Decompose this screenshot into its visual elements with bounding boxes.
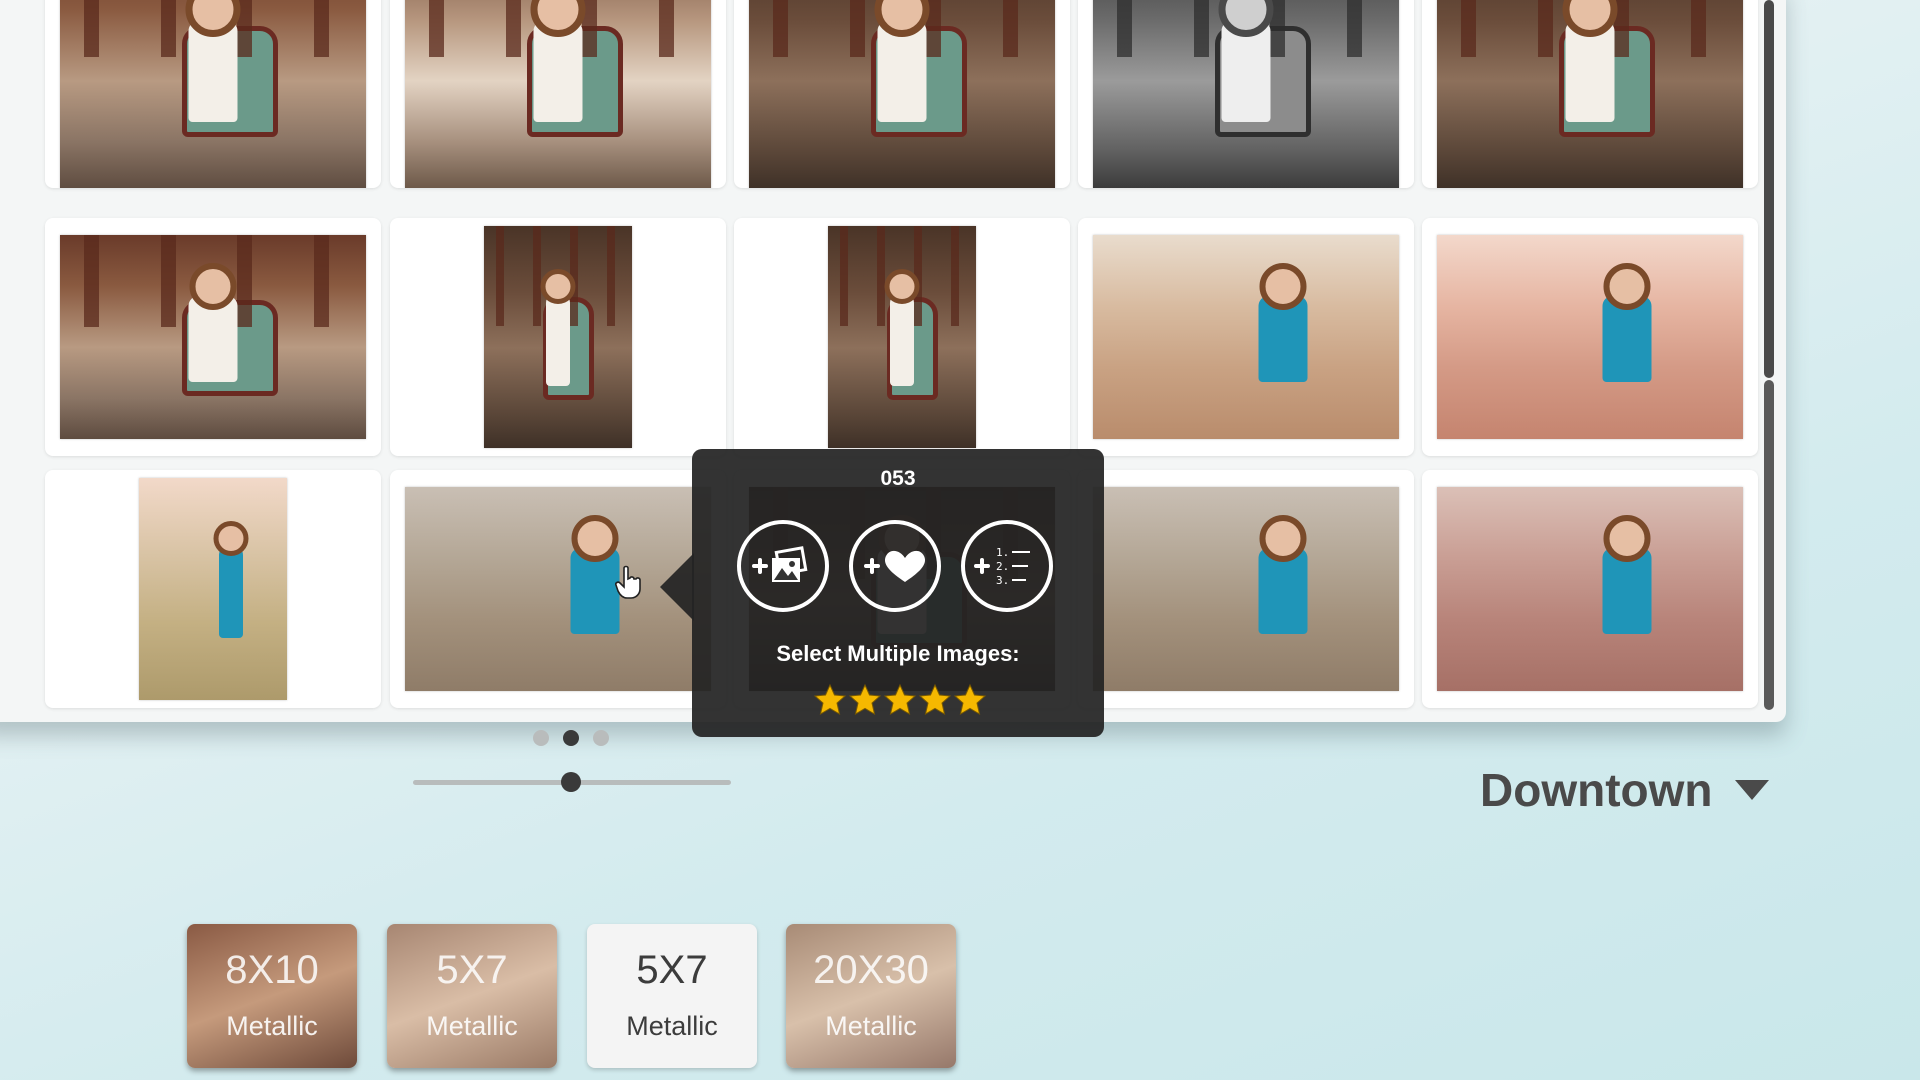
product-thumbnail xyxy=(187,924,357,1068)
photo-tile[interactable] xyxy=(45,470,381,708)
photo-thumbnail xyxy=(1093,487,1399,691)
image-action-popup: 053 1. 2. 3. Select Multiple Images: xyxy=(692,449,1104,737)
photo-thumbnail xyxy=(749,0,1055,188)
page-dot[interactable] xyxy=(563,730,579,746)
scrollbar-thumb[interactable] xyxy=(1764,0,1774,378)
star-icon[interactable] xyxy=(848,683,882,717)
photo-thumbnail xyxy=(828,226,976,448)
photo-thumbnail xyxy=(484,226,632,448)
product-finish: Metallic xyxy=(226,1011,318,1041)
photo-tile[interactable] xyxy=(1422,218,1758,456)
photo-tile[interactable] xyxy=(1078,0,1414,188)
zoom-slider-handle[interactable] xyxy=(561,772,581,792)
photo-tile[interactable] xyxy=(734,0,1070,188)
add-photos-icon xyxy=(752,546,808,582)
svg-text:3.: 3. xyxy=(996,574,1009,587)
page-dot[interactable] xyxy=(533,730,549,746)
scrollbar-track-lower[interactable] xyxy=(1764,380,1774,710)
product-size: 20X30 xyxy=(813,948,929,992)
product-thumbnail xyxy=(786,924,956,1068)
add-to-favorites-button[interactable] xyxy=(849,520,941,612)
photo-thumbnail xyxy=(60,0,366,188)
product-option[interactable]: 5X7 Metallic xyxy=(387,924,557,1068)
photo-thumbnail xyxy=(1437,0,1743,188)
product-option[interactable]: 5X7 Metallic xyxy=(587,924,757,1068)
caret-down-icon xyxy=(1734,780,1769,800)
location-label: Downtown xyxy=(1480,764,1713,816)
photo-thumbnail xyxy=(1437,487,1743,691)
star-icon[interactable] xyxy=(953,683,987,717)
image-number: 053 xyxy=(880,467,916,490)
product-finish: Metallic xyxy=(626,1011,718,1041)
product-option[interactable]: 20X30 Metallic xyxy=(786,924,956,1068)
photo-tile[interactable] xyxy=(45,0,381,188)
photo-thumbnail xyxy=(405,0,711,188)
star-icon[interactable] xyxy=(813,683,847,717)
star-rating[interactable] xyxy=(813,683,987,717)
add-to-album-button[interactable] xyxy=(737,520,829,612)
photo-tile[interactable] xyxy=(1422,0,1758,188)
photo-thumbnail xyxy=(1437,235,1743,439)
photo-tile[interactable] xyxy=(1078,470,1414,708)
product-size: 5X7 xyxy=(636,948,708,992)
popup-pointer xyxy=(660,553,694,621)
svg-text:1.: 1. xyxy=(996,546,1009,559)
hand-cursor-icon xyxy=(615,565,641,599)
add-heart-icon xyxy=(864,550,926,582)
star-icon[interactable] xyxy=(918,683,952,717)
photo-tile[interactable] xyxy=(45,218,381,456)
photo-tile[interactable] xyxy=(390,218,726,456)
product-size: 5X7 xyxy=(436,948,508,992)
photo-thumbnail xyxy=(60,235,366,439)
add-numbered-list-icon: 1. 2. 3. xyxy=(974,546,1030,587)
svg-text:2.: 2. xyxy=(996,560,1009,573)
product-finish: Metallic xyxy=(426,1011,518,1041)
photo-thumbnail xyxy=(1093,0,1399,188)
product-option[interactable]: 8X10 Metallic xyxy=(187,924,357,1068)
product-size: 8X10 xyxy=(225,948,319,992)
product-finish: Metallic xyxy=(825,1011,917,1041)
product-thumbnail xyxy=(387,924,557,1068)
select-multiple-label: Select Multiple Images: xyxy=(776,641,1020,666)
photo-tile[interactable] xyxy=(1422,470,1758,708)
star-icon[interactable] xyxy=(883,683,917,717)
location-dropdown[interactable]: Downtown xyxy=(1480,760,1769,820)
add-to-list-button[interactable]: 1. 2. 3. xyxy=(961,520,1053,612)
photo-tile[interactable] xyxy=(734,218,1070,456)
page-dot[interactable] xyxy=(593,730,609,746)
photo-tile[interactable] xyxy=(390,0,726,188)
photo-tile[interactable] xyxy=(1078,218,1414,456)
photo-thumbnail xyxy=(1093,235,1399,439)
photo-thumbnail xyxy=(139,478,287,700)
